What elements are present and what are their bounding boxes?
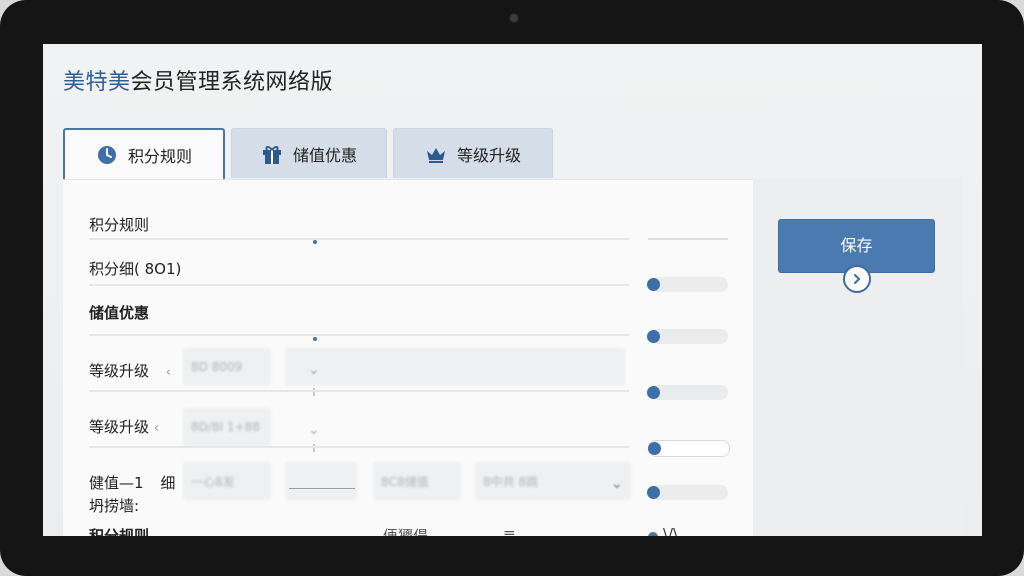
toggle-switch[interactable] bbox=[647, 485, 728, 500]
tab-label: 积分规则 bbox=[127, 147, 192, 166]
row-label-points-rules: 积分规则 bbox=[89, 216, 150, 234]
chevron-down-icon: ⌄ bbox=[308, 422, 320, 438]
value-input[interactable] bbox=[285, 462, 357, 500]
row-label-expiry: 侢獿偍 bbox=[383, 527, 429, 536]
row-label-points-rules-2: 积分规则 bbox=[89, 527, 150, 536]
toggle-switch[interactable] bbox=[647, 385, 728, 400]
row-label-text: 健值—1 bbox=[89, 474, 144, 492]
row-label-stored-value: 储值优惠 bbox=[89, 304, 150, 322]
toggle-switch[interactable] bbox=[648, 440, 730, 457]
row-label-stored-1: 健值—1 细 bbox=[89, 472, 175, 493]
toggle-knob bbox=[647, 278, 660, 291]
value-input[interactable]: 一心8发 bbox=[183, 462, 271, 500]
divider bbox=[648, 238, 728, 240]
value-select[interactable]: 8中共 8跳 bbox=[475, 462, 631, 500]
app-brand: 美特美 bbox=[63, 70, 131, 95]
toggle-knob bbox=[647, 330, 660, 343]
chevron-down-icon: ⌄ bbox=[308, 362, 320, 378]
row-label-points-detail: 积分细( 8O1) bbox=[89, 260, 182, 278]
action-sidebar: 保存 bbox=[753, 179, 963, 536]
toggle-knob[interactable] bbox=[648, 532, 658, 536]
level-input[interactable]: 8D/8I 1+88 bbox=[183, 408, 271, 446]
toggle-switch[interactable] bbox=[647, 277, 728, 292]
level-select[interactable] bbox=[285, 348, 625, 386]
toggle-knob bbox=[648, 442, 661, 455]
menu-icon: ≡ bbox=[503, 525, 516, 536]
tab-label: 等级升级 bbox=[456, 145, 521, 165]
divider bbox=[89, 284, 629, 286]
app-screen: 美特美会员管理系统网络版 积分规则 储值优惠 等级升级 积分规则 积分细(8O… bbox=[43, 44, 982, 536]
toggle-knob bbox=[647, 486, 660, 499]
row-mark: ‹ bbox=[153, 421, 159, 436]
divider bbox=[89, 390, 629, 392]
row-label-text: 等级升级 bbox=[89, 362, 150, 380]
crown-icon bbox=[426, 147, 445, 163]
value-input[interactable]: 8C8储值 bbox=[373, 462, 461, 500]
slider-dot[interactable] bbox=[313, 240, 317, 244]
divider bbox=[89, 334, 629, 336]
tab-stored-value[interactable]: 储值优惠 bbox=[231, 128, 387, 178]
device-bezel: 美特美会员管理系统网络版 积分规则 储值优惠 等级升级 积分规则 积分细(8O… bbox=[0, 0, 1024, 576]
app-title-text: 会员管理系统网络版 bbox=[130, 70, 334, 95]
row-label-level-upgrade-2: 等级升级 ‹ bbox=[89, 416, 159, 437]
row-mark: ﾠ‹ bbox=[153, 365, 171, 380]
chevron-right-icon[interactable] bbox=[843, 265, 871, 293]
row-label-sub: 坍捞墙: bbox=[89, 497, 140, 515]
camera-icon bbox=[509, 13, 519, 23]
tab-level-upgrade[interactable]: 等级升级 bbox=[393, 128, 553, 178]
settings-panel: 积分规则 积分细( 8O1) 储值优惠 等级升级 ﾠ‹ 8D 8009 ⌄ 等级… bbox=[63, 179, 753, 536]
clock-icon bbox=[97, 146, 116, 164]
chevron-right-glyph bbox=[854, 274, 861, 284]
row-value: \/\ bbox=[663, 525, 679, 536]
toggle-switch[interactable] bbox=[647, 329, 728, 344]
tab-points-rules[interactable]: 积分规则 bbox=[63, 128, 225, 180]
gift-icon bbox=[262, 145, 281, 164]
row-label-level-upgrade: 等级升级 ﾠ‹ bbox=[89, 360, 171, 381]
row-label-text: 细 bbox=[160, 474, 176, 492]
slider-dot[interactable] bbox=[313, 337, 317, 341]
toggle-knob bbox=[647, 386, 660, 399]
input-underline bbox=[289, 488, 355, 489]
divider bbox=[89, 446, 629, 448]
level-input[interactable]: 8D 8009 bbox=[183, 348, 271, 386]
row-label-text: 等级升级 bbox=[89, 418, 150, 436]
app-title: 美特美会员管理系统网络版 bbox=[63, 64, 333, 96]
divider bbox=[89, 238, 629, 240]
tab-label: 储值优惠 bbox=[292, 145, 357, 165]
chevron-down-icon: ⌄ bbox=[611, 476, 623, 492]
